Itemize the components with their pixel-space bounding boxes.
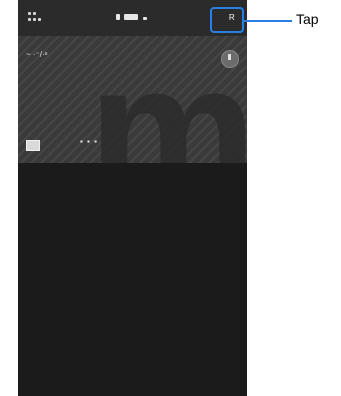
phone-screen: ᴿ m ~ ·⁻/·ᵉ ▪ ▪ ▪ [18, 0, 247, 396]
hero-panel: m ~ ·⁻/·ᵉ ▪ ▪ ▪ [18, 36, 247, 163]
hero-bottom-text: ▪ ▪ ▪ [80, 137, 98, 146]
hero-letter: m [88, 36, 247, 163]
main-content [18, 163, 247, 396]
image-icon[interactable] [26, 140, 40, 151]
download-icon[interactable] [221, 50, 239, 68]
highlight-box [210, 7, 244, 33]
hero-label: ~ ·⁻/·ᵉ [26, 50, 48, 59]
grid-menu-icon[interactable] [28, 12, 42, 26]
callout-label: Tap [296, 11, 319, 27]
callout-line [244, 20, 292, 22]
status-icons [116, 14, 166, 22]
